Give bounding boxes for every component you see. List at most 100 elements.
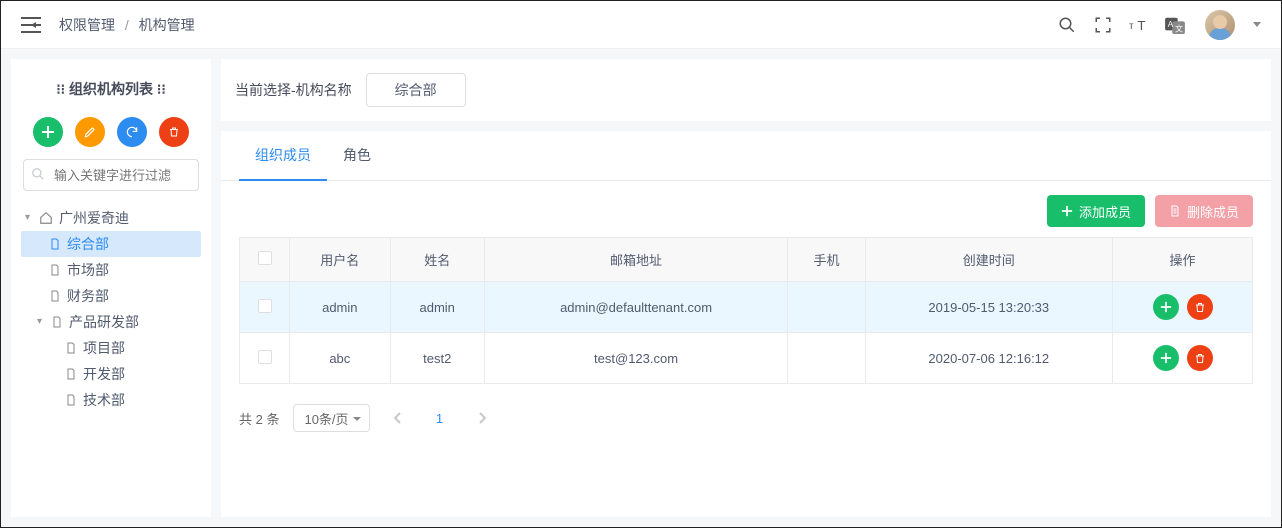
selection-bar: 当前选择-机构名称 综合部 xyxy=(221,59,1271,121)
avatar-caret-icon[interactable] xyxy=(1253,22,1261,27)
pagesize-label: 10条/页 xyxy=(304,409,348,428)
breadcrumb-a[interactable]: 权限管理 xyxy=(59,17,115,33)
org-tree: ▾ 广州爱奇迪 综合部 市场部 财务部 ▾ 产品研发部 项目部 开发部 技术部 xyxy=(11,201,211,413)
pagination: 共 2 条 10条/页 1 xyxy=(221,394,1271,442)
cell-user: admin xyxy=(290,282,391,333)
file-icon xyxy=(49,289,61,303)
delete-member-label: 删除成员 xyxy=(1187,202,1239,221)
row-add-button[interactable] xyxy=(1153,345,1179,371)
textsize-icon[interactable]: тT xyxy=(1129,15,1149,35)
main: ⁝⁝ 组织机构列表 ⁝⁝ ▾ 广州爱奇迪 综合部 市场部 财务部 ▾ 产品研发部 项… xyxy=(1,49,1281,527)
svg-text:T: T xyxy=(1137,18,1145,33)
selection-label: 当前选择-机构名称 xyxy=(235,80,352,100)
total-label: 共 2 条 xyxy=(239,409,279,428)
pagesize-select[interactable]: 10条/页 xyxy=(293,404,369,432)
content: 当前选择-机构名称 综合部 组织成员 角色 添加成员 删除成员 用户名 xyxy=(221,59,1271,517)
th-email: 邮箱地址 xyxy=(484,238,788,282)
svg-text:A: A xyxy=(1168,19,1174,28)
svg-text:文: 文 xyxy=(1175,23,1183,33)
th-check xyxy=(240,238,290,282)
tree-label: 广州爱奇迪 xyxy=(59,205,129,231)
checkbox[interactable] xyxy=(258,350,272,364)
delete-org-button[interactable] xyxy=(159,117,189,147)
add-member-button[interactable]: 添加成员 xyxy=(1047,195,1145,227)
cell-user: abc xyxy=(290,333,391,384)
file-icon xyxy=(51,315,63,329)
sidebar: ⁝⁝ 组织机构列表 ⁝⁝ ▾ 广州爱奇迪 综合部 市场部 财务部 ▾ 产品研发部 项… xyxy=(11,59,211,517)
row-add-button[interactable] xyxy=(1153,294,1179,320)
th-user: 用户名 xyxy=(290,238,391,282)
refresh-org-button[interactable] xyxy=(117,117,147,147)
th-name: 姓名 xyxy=(390,238,484,282)
th-ops: 操作 xyxy=(1113,238,1253,282)
tab-members[interactable]: 组织成员 xyxy=(239,131,327,181)
menu-toggle-icon[interactable] xyxy=(21,17,41,33)
th-phone: 手机 xyxy=(788,238,865,282)
tree-label: 产品研发部 xyxy=(69,309,139,335)
th-created: 创建时间 xyxy=(865,238,1112,282)
sidebar-title: ⁝⁝ 组织机构列表 ⁝⁝ xyxy=(11,73,211,117)
tree-label: 综合部 xyxy=(67,231,109,257)
checkbox[interactable] xyxy=(258,299,272,313)
avatar[interactable] xyxy=(1205,10,1235,40)
cell-name: admin xyxy=(390,282,484,333)
tabs: 组织成员 角色 xyxy=(221,131,1271,181)
file-icon xyxy=(65,393,77,407)
page-next-button[interactable] xyxy=(468,404,496,432)
page-prev-button[interactable] xyxy=(384,404,412,432)
delete-member-button[interactable]: 删除成员 xyxy=(1155,195,1253,227)
page-number[interactable]: 1 xyxy=(426,404,454,432)
tree-label: 项目部 xyxy=(83,335,125,361)
tab-roles[interactable]: 角色 xyxy=(327,131,387,180)
panel: 组织成员 角色 添加成员 删除成员 用户名 姓名 邮箱地址 手机 xyxy=(221,131,1271,517)
home-icon xyxy=(39,211,53,225)
file-icon xyxy=(49,237,61,251)
breadcrumb-b[interactable]: 机构管理 xyxy=(139,17,195,33)
edit-org-button[interactable] xyxy=(75,117,105,147)
cell-phone xyxy=(788,282,865,333)
table-row[interactable]: abc test2 test@123.com 2020-07-06 12:16:… xyxy=(240,333,1253,384)
cell-phone xyxy=(788,333,865,384)
breadcrumb-sep: / xyxy=(125,17,129,33)
file-icon xyxy=(49,263,61,277)
row-actions xyxy=(1121,294,1244,320)
selection-value: 综合部 xyxy=(366,73,466,107)
table-header-row: 用户名 姓名 邮箱地址 手机 创建时间 操作 xyxy=(240,238,1253,282)
tree-label: 财务部 xyxy=(67,283,109,309)
cell-name: test2 xyxy=(390,333,484,384)
add-member-label: 添加成员 xyxy=(1079,202,1131,221)
tree-node-caiwu[interactable]: 财务部 xyxy=(21,283,201,309)
table-row[interactable]: admin admin admin@defaulttenant.com 2019… xyxy=(240,282,1253,333)
row-actions xyxy=(1121,345,1244,371)
tree-node-yanfa[interactable]: ▾ 产品研发部 xyxy=(21,309,201,335)
cell-email: admin@defaulttenant.com xyxy=(484,282,788,333)
expand-icon[interactable]: ▾ xyxy=(37,309,49,335)
tree-node-zonghe[interactable]: 综合部 xyxy=(21,231,201,257)
row-delete-button[interactable] xyxy=(1187,345,1213,371)
toolbar: 添加成员 删除成员 xyxy=(221,181,1271,237)
tree-node-shichang[interactable]: 市场部 xyxy=(21,257,201,283)
breadcrumb: 权限管理 / 机构管理 xyxy=(59,15,195,35)
file-icon xyxy=(65,367,77,381)
search-icon[interactable] xyxy=(1057,15,1077,35)
checkbox-all[interactable] xyxy=(258,251,272,265)
expand-icon[interactable]: ▾ xyxy=(25,205,37,231)
cell-created: 2020-07-06 12:16:12 xyxy=(865,333,1112,384)
tree-node-kaifa[interactable]: 开发部 xyxy=(21,361,201,387)
sidebar-actions xyxy=(11,117,211,159)
topbar-right: тT A文 xyxy=(1057,10,1261,40)
search-input-icon xyxy=(31,167,45,181)
add-org-button[interactable] xyxy=(33,117,63,147)
tree-node-root[interactable]: ▾ 广州爱奇迪 xyxy=(21,205,201,231)
search-input[interactable] xyxy=(23,159,199,191)
row-delete-button[interactable] xyxy=(1187,294,1213,320)
language-icon[interactable]: A文 xyxy=(1165,15,1185,35)
tree-label: 市场部 xyxy=(67,257,109,283)
tree-node-jishu[interactable]: 技术部 xyxy=(21,387,201,413)
sidebar-search xyxy=(11,159,211,201)
table-wrap: 用户名 姓名 邮箱地址 手机 创建时间 操作 admin admin xyxy=(221,237,1271,394)
fullscreen-icon[interactable] xyxy=(1093,15,1113,35)
tree-node-xiangmu[interactable]: 项目部 xyxy=(21,335,201,361)
cell-email: test@123.com xyxy=(484,333,788,384)
svg-text:т: т xyxy=(1129,21,1134,32)
